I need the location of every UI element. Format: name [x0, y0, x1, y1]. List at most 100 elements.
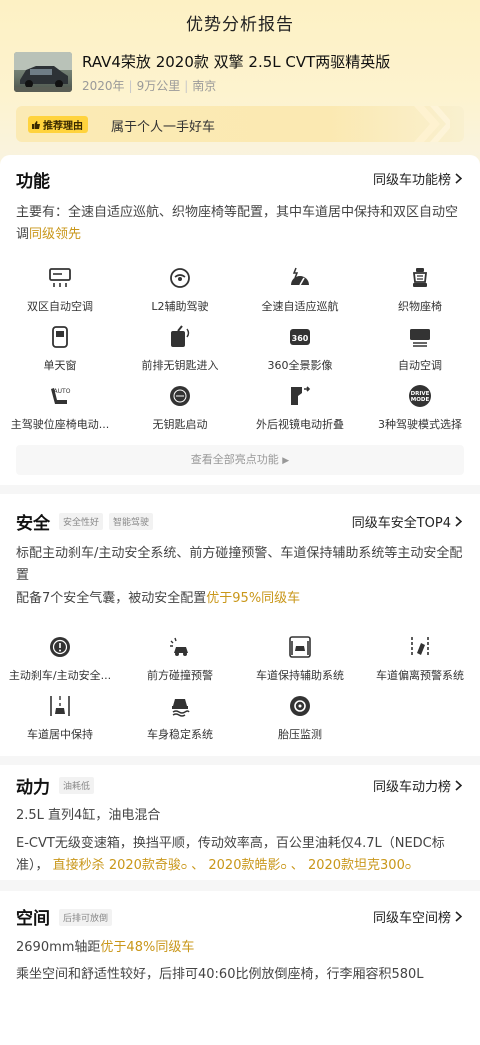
- function-rank-label: 同级车功能榜: [372, 173, 451, 188]
- car-mileage: 9万公里: [136, 79, 181, 93]
- power-rank-link[interactable]: 同级车动力榜: [373, 776, 462, 795]
- lane-center-icon: [50, 696, 70, 716]
- feature-item[interactable]: 单天窗: [0, 325, 120, 379]
- safety-item[interactable]: 车道居中保持: [0, 694, 120, 748]
- rival-name: 2020款奇骏: [108, 858, 181, 873]
- keyless-start-icon: [170, 386, 190, 406]
- power-line2: E-CVT无级变速箱，换挡平顺，传动效率高，百公里油耗仅4.7L（NEDC标准）…: [16, 833, 468, 878]
- safety-grid-row-2: 车道居中保持 车身稳定系统 胎压监测: [0, 694, 480, 748]
- space-line1: 2690mm轴距优于48%同级车: [16, 937, 468, 959]
- car-city: 南京: [192, 79, 217, 93]
- safety-label: 胎压监测: [278, 728, 322, 741]
- safety-item[interactable]: 胎压监测: [240, 694, 360, 748]
- safety-item[interactable]: 车道偏离预警系统: [360, 635, 480, 689]
- drive-mode-icon: DRIVEMODE: [409, 385, 431, 407]
- rival-link[interactable]: 2020款皓影ᴑ: [208, 858, 286, 873]
- car-year: 2020年: [82, 79, 125, 93]
- recommend-text: 属于个人一手好车: [111, 120, 216, 135]
- function-grid-row-3: AUTO 主驾驶位座椅电动... 无钥匙启动 外后视镜电动折叠 DRIVE MOD…: [0, 384, 480, 438]
- feature-item[interactable]: AUTO 主驾驶位座椅电动...: [0, 384, 120, 438]
- feature-label: 无钥匙启动: [152, 418, 208, 431]
- l2-assist-icon: [170, 268, 190, 288]
- feature-item[interactable]: L2辅助驾驶: [120, 266, 240, 320]
- function-grid-row-1: 双区自动空调 L2辅助驾驶 全速自适应巡航 织物座椅: [0, 266, 480, 320]
- stability-icon: [172, 699, 190, 717]
- power-title: 动力: [16, 778, 50, 798]
- power-rank-label: 同级车动力榜: [372, 780, 451, 795]
- svg-text:AUTO: AUTO: [54, 388, 71, 395]
- rival-name: 2020款皓影: [208, 858, 281, 873]
- safety-item[interactable]: 主动刹车/主动安全...: [0, 635, 120, 689]
- decor-chevron-icon: [414, 106, 450, 142]
- feature-label: 自动空调: [398, 359, 442, 372]
- chevron-right-icon: [455, 173, 462, 184]
- function-section: 功能 同级车功能榜 主要有：全速自适应巡航、织物座椅等配置，其中车道居中保持和双…: [0, 155, 480, 485]
- safety-label: 车道偏离预警系统: [376, 669, 464, 682]
- power-seat-icon: AUTO: [51, 388, 71, 404]
- safety-rank-link[interactable]: 同级车安全TOP4: [352, 512, 462, 531]
- recommend-badge: 推荐理由: [28, 116, 88, 133]
- feature-item[interactable]: 自动空调: [360, 325, 480, 379]
- space-rank-label: 同级车空间榜: [372, 911, 451, 926]
- recommend-reason-bar: 推荐理由 属于个人一手好车: [16, 106, 464, 142]
- space-highlight: 优于48%同级车: [100, 940, 195, 955]
- safety-grid-row-1: 主动刹车/主动安全... 前方碰撞预警 车道保持辅助系统 车道偏离预警系统: [0, 635, 480, 689]
- page-title: 优势分析报告: [186, 15, 294, 35]
- lane-departure-icon: [411, 637, 429, 657]
- safety-tag: 智能驾驶: [109, 513, 154, 530]
- power-section: 动力 油耗低 同级车动力榜 2.5L 直列4缸，油电混合 E-CVT无级变速箱，…: [0, 765, 480, 880]
- feature-item[interactable]: 织物座椅: [360, 266, 480, 320]
- car-thumbnail[interactable]: [14, 52, 72, 92]
- space-line2: 乘坐空间和舒适性较好，后排可40:60比例放倒座椅，行李厢容积580L: [16, 967, 424, 982]
- feature-item[interactable]: 无钥匙启动: [120, 384, 240, 438]
- thumbs-up-icon: [32, 120, 40, 129]
- search-icon: ᴑ: [180, 862, 188, 872]
- rival-link[interactable]: 2020款奇骏ᴑ: [109, 858, 187, 873]
- feature-label: 双区自动空调: [27, 300, 93, 313]
- safety-label: 车道保持辅助系统: [256, 669, 344, 682]
- feature-item[interactable]: 前排无钥匙进入: [120, 325, 240, 379]
- svg-text:MODE: MODE: [411, 397, 430, 403]
- feature-item[interactable]: 360 360全景影像: [240, 325, 360, 379]
- feature-label: 3种驾驶模式选择: [378, 418, 462, 431]
- feature-label: 360全景影像: [267, 359, 333, 372]
- safety-item[interactable]: 车身稳定系统: [120, 694, 240, 748]
- triangle-right-icon: ▶: [282, 456, 290, 466]
- safety-title: 安全: [16, 514, 50, 534]
- space-rank-link[interactable]: 同级车空间榜: [373, 907, 462, 926]
- power-line1: 2.5L 直列4缸，油电混合: [16, 808, 161, 823]
- feature-label: 单天窗: [43, 359, 77, 372]
- safety-item[interactable]: 车道保持辅助系统: [240, 635, 360, 689]
- chevron-right-icon: [455, 911, 462, 922]
- search-icon: ᴑ: [280, 862, 287, 872]
- feature-label: L2辅助驾驶: [151, 300, 209, 313]
- car-photo-icon: [14, 52, 72, 92]
- power-highlight: 直接秒杀: [52, 858, 105, 873]
- car-title: RAV4荣放 2020款 双擎 2.5L CVT两驱精英版: [82, 53, 391, 71]
- car-meta: 2020年 | 9万公里 | 南京: [82, 79, 217, 93]
- sunroof-icon: [52, 326, 68, 348]
- feature-label: 全速自适应巡航: [261, 300, 339, 313]
- function-summary-text: 主要有：全速自适应巡航、织物座椅等配置，其中车道居中保持和双区自动空调: [16, 205, 459, 242]
- tire-pressure-icon: [290, 696, 310, 716]
- auto-ac-icon: [410, 329, 430, 347]
- feature-label: 外后视镜电动折叠: [256, 418, 344, 431]
- mirror-fold-icon: [291, 386, 311, 405]
- function-rank-link[interactable]: 同级车功能榜: [373, 169, 462, 188]
- safety-item[interactable]: 前方碰撞预警: [120, 635, 240, 689]
- feature-item[interactable]: 全速自适应巡航: [240, 266, 360, 320]
- safety-rank-label: 同级车安全TOP4: [351, 516, 451, 531]
- safety-label: 主动刹车/主动安全...: [8, 669, 112, 682]
- chevron-right-icon: [455, 516, 462, 527]
- feature-item[interactable]: 双区自动空调: [0, 266, 120, 320]
- view-all-features-button[interactable]: 查看全部亮点功能 ▶: [16, 445, 464, 475]
- feature-item[interactable]: DRIVE MODE 3种驾驶模式选择: [360, 384, 480, 438]
- feature-item[interactable]: 外后视镜电动折叠: [240, 384, 360, 438]
- rival-separator: 、: [290, 858, 304, 873]
- safety-highlight: 优于95%同级车: [206, 591, 301, 606]
- chevron-right-icon: [455, 780, 462, 791]
- space-line1-text: 2690mm轴距: [16, 940, 101, 955]
- feature-label: 前排无钥匙进入: [141, 359, 219, 372]
- safety-label: 车道居中保持: [27, 728, 93, 741]
- rival-link[interactable]: 2020款坦克300ᴑ: [308, 858, 411, 873]
